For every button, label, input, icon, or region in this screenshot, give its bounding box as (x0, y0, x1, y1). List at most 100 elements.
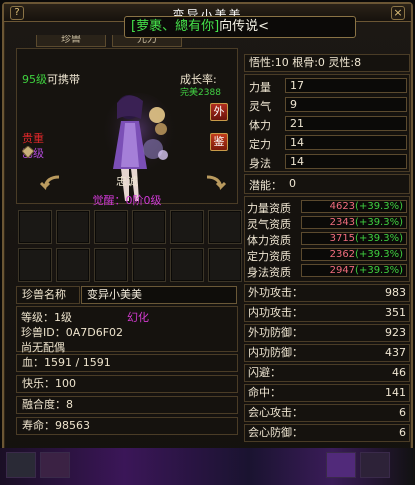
aptitude-value: 2343 (329, 217, 356, 228)
combat-stat-label: 闪避： (248, 366, 281, 379)
loyalty-label: 忠诚 (116, 175, 138, 188)
pet-name-input[interactable]: 变异小美美 (81, 286, 237, 304)
pet-display-panel: 95级可携带 成长率: 完美2388 贵重 乙级 外 鉴 忠诚 觉醒：0阶0级 (16, 48, 238, 207)
pet-happiness: 快乐：100 (16, 375, 238, 393)
huanhua-link[interactable]: 幻化 (127, 309, 149, 325)
combat-stat-row: 闪避： 46 (244, 364, 410, 382)
aptitude-label: 体力资质 (247, 234, 291, 247)
combat-stat-label: 外功攻击： (248, 286, 303, 299)
combat-stat-label: 会心攻击： (248, 406, 303, 419)
pet-id: 珍兽ID：0A7D6F02 (21, 326, 124, 339)
skill-slot[interactable] (18, 210, 52, 244)
wuxing-stat: 悟性:10 (249, 56, 289, 69)
carry-level: 95级可携带 (22, 71, 80, 87)
gem-icon (22, 146, 34, 158)
combat-stat-label: 内功攻击： (248, 306, 303, 319)
skill-slot[interactable] (94, 210, 128, 244)
growth-number: 2388 (198, 88, 221, 98)
bottom-slot-icon[interactable] (40, 452, 70, 478)
aptitude-value-box: 2343(+39.3%) (301, 216, 407, 229)
attribute-label: 灵气 (249, 100, 271, 113)
close-button[interactable]: × (391, 6, 405, 20)
title-banner: [萝裹、總有你]向传说< (124, 16, 356, 38)
banner-text: 向传说< (219, 19, 270, 34)
aptitude-box: 力量资质 4623(+39.3%) 灵气资质 2343(+39.3%) 体力资质 3715… (244, 196, 410, 282)
aptitude-value-box: 2362(+39.3%) (301, 248, 407, 261)
combat-stat-row: 内功攻击： 351 (244, 304, 410, 322)
combat-stat-value: 923 (385, 326, 406, 339)
pet-lifespan: 寿命：98563 (16, 417, 238, 435)
potential-box: 潜能： 0 (244, 174, 410, 194)
skill-slot[interactable] (208, 210, 242, 244)
combat-stat-row: 命中： 141 (244, 384, 410, 402)
carry-level-text: 可携带 (47, 73, 80, 86)
pet-hp: 血：1591 / 1591 (16, 354, 238, 372)
attribute-value: 14 (285, 154, 407, 169)
lingxing-stat: 灵性:8 (328, 56, 362, 69)
aptitude-label: 力量资质 (247, 202, 291, 215)
potential-label: 潜能： (249, 179, 282, 192)
skill-slot[interactable] (56, 248, 90, 282)
aptitude-bonus: (+39.3%) (355, 233, 403, 244)
skill-slot[interactable] (170, 248, 204, 282)
aptitude-label: 灵气资质 (247, 218, 291, 231)
combat-stat-row: 外功攻击： 983 (244, 284, 410, 302)
bottom-slot-icon[interactable] (6, 452, 36, 478)
growth-quality: 完美 (180, 88, 199, 98)
aptitude-value: 2947 (329, 265, 356, 276)
appraise-button[interactable]: 鉴 (210, 133, 228, 151)
pet-name-label: 珍兽名称 (16, 286, 80, 304)
pet-mate: 尚无配偶 (21, 341, 65, 354)
aptitude-label: 定力资质 (247, 250, 291, 263)
carry-level-value: 95级 (22, 73, 47, 86)
skill-slot[interactable] (132, 248, 166, 282)
combat-stat-label: 内功防御： (248, 346, 303, 359)
attribute-value: 17 (285, 78, 407, 93)
attribute-label: 定力 (249, 138, 271, 151)
aptitude-value-box: 2947(+39.3%) (301, 264, 407, 277)
combat-stat-row: 内功防御： 437 (244, 344, 410, 362)
awaken-status: 觉醒：0阶0级 (92, 194, 162, 207)
combat-stat-value: 46 (392, 366, 406, 379)
aptitude-value-box: 3715(+39.3%) (301, 232, 407, 245)
skill-slot[interactable] (132, 210, 166, 244)
aptitude-bonus: (+39.3%) (355, 265, 403, 276)
pet-model-image (101, 93, 177, 201)
aptitude-label: 身法资质 (247, 266, 291, 279)
aptitude-bonus: (+39.3%) (355, 201, 403, 212)
potential-value: 0 (289, 177, 296, 190)
combat-stat-value: 6 (399, 406, 406, 419)
attribute-label: 身法 (249, 157, 271, 170)
aptitude-value: 4623 (329, 201, 356, 212)
attribute-value: 14 (285, 135, 407, 150)
skill-slot[interactable] (94, 248, 128, 282)
bottom-slot-icon[interactable] (360, 452, 390, 478)
attribute-label: 体力 (249, 119, 271, 132)
combat-stat-value: 6 (399, 426, 406, 439)
combat-stat-row: 会心防御： 6 (244, 424, 410, 442)
wai-button[interactable]: 外 (210, 103, 228, 121)
banner-text: 萝裹、總有你 (136, 19, 215, 34)
pet-fusion: 融合度：8 (16, 396, 238, 414)
skill-slot[interactable] (170, 210, 204, 244)
tab-pet[interactable]: 珍兽 (36, 35, 106, 47)
combat-stat-label: 命中： (248, 386, 281, 399)
combat-stat-label: 外功防御： (248, 326, 303, 339)
combat-stat-value: 437 (385, 346, 406, 359)
combat-stat-row: 外功防御： 923 (244, 324, 410, 342)
combat-stat-value: 983 (385, 286, 406, 299)
attribute-box: 力量 17 灵气 9 体力 21 定力 14 身法 14 (244, 74, 410, 172)
growth-value: 完美2388 (180, 85, 221, 98)
combat-stat-value: 351 (385, 306, 406, 319)
skill-slot[interactable] (18, 248, 52, 282)
aptitude-value-box: 4623(+39.3%) (301, 200, 407, 213)
skill-slot[interactable] (56, 210, 90, 244)
skill-slot[interactable] (208, 248, 242, 282)
attribute-value: 21 (285, 116, 407, 131)
pet-level: 等级：1级 (21, 311, 72, 324)
combat-stat-row: 会心攻击： 6 (244, 404, 410, 422)
combat-stat-label: 会心防御： (248, 426, 303, 439)
aptitude-bonus: (+39.3%) (355, 249, 403, 260)
attribute-value: 9 (285, 97, 407, 112)
bottom-slot-icon[interactable] (326, 452, 356, 478)
